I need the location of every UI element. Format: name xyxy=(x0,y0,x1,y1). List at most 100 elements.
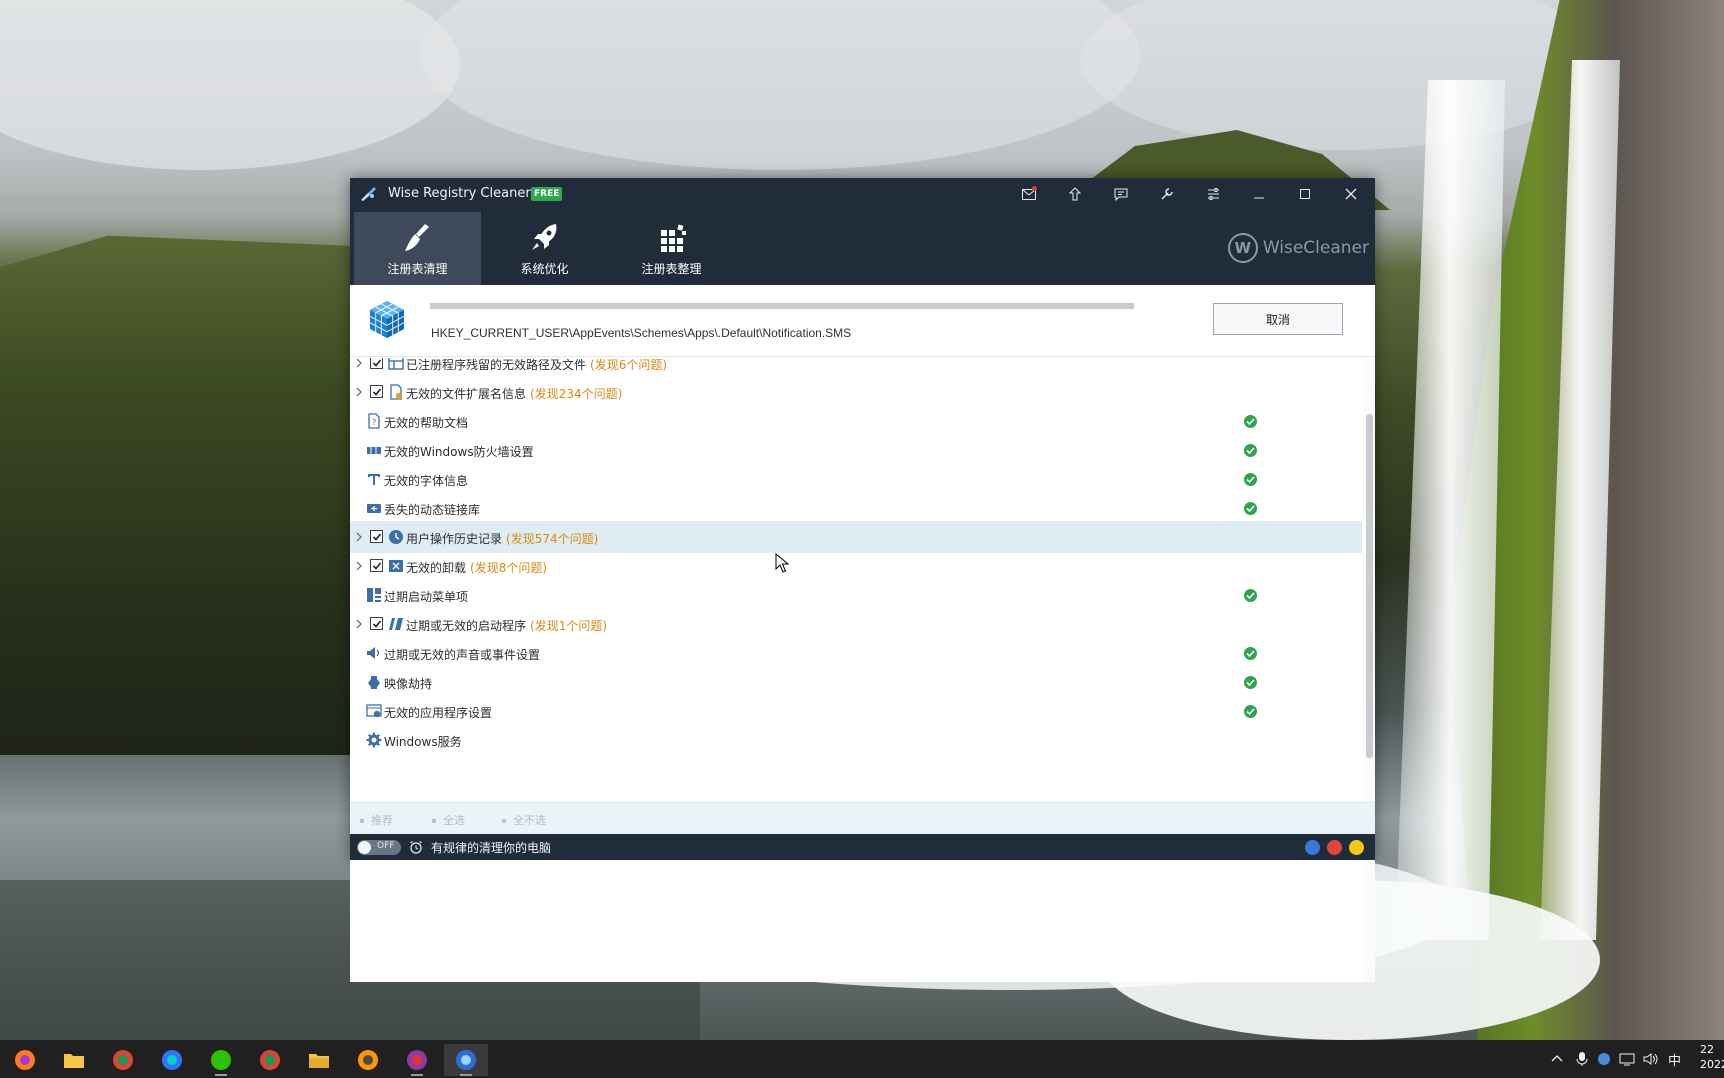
check-ok-icon xyxy=(1244,502,1257,515)
taskbar-app-firefox[interactable] xyxy=(3,1044,47,1076)
taskbar-app-winrar[interactable] xyxy=(395,1044,439,1076)
taskbar-app-sublime-text[interactable] xyxy=(346,1044,390,1076)
file-explorer-icon xyxy=(64,1054,84,1068)
category-row[interactable]: 过期或无效的声音或事件设置 xyxy=(350,637,1362,669)
taskbar-app-chrome[interactable] xyxy=(248,1044,292,1076)
wisecleaner-logo[interactable]: W WiseCleaner xyxy=(1227,232,1369,264)
waterfall xyxy=(1395,80,1505,940)
category-icon: ? xyxy=(368,413,380,429)
tools-button[interactable] xyxy=(1149,178,1185,210)
category-row[interactable]: 过期启动菜单项 xyxy=(350,579,1362,611)
mouse-cursor-icon xyxy=(775,553,789,573)
weibo-icon[interactable] xyxy=(1327,840,1342,855)
tray-overflow-icon[interactable] xyxy=(1550,1052,1564,1066)
app-title: Wise Registry Cleaner X xyxy=(388,186,544,201)
category-icon xyxy=(367,588,381,602)
category-row[interactable]: 映像劫持 xyxy=(350,666,1362,698)
messages-button[interactable] xyxy=(1011,178,1047,210)
taskbar-app-feishu[interactable] xyxy=(150,1044,194,1076)
expand-chevron-icon[interactable] xyxy=(354,619,364,629)
check-ok-icon xyxy=(1244,589,1257,602)
check-ok-icon xyxy=(1244,473,1257,486)
expand-chevron-icon[interactable] xyxy=(354,358,364,368)
tab-registry-cleaner[interactable]: 注册表清理 xyxy=(354,212,481,285)
chrome-icon xyxy=(113,1050,133,1070)
check-ok-icon xyxy=(1244,647,1257,660)
cancel-button[interactable]: 取消 xyxy=(1213,303,1343,335)
taskbar-app-folder[interactable] xyxy=(297,1044,341,1076)
category-checkbox[interactable] xyxy=(370,617,383,630)
category-row[interactable]: 用户操作历史记录 (发现574个问题) xyxy=(350,521,1362,553)
expand-chevron-icon[interactable] xyxy=(354,561,364,571)
maximize-button[interactable] xyxy=(1287,178,1323,210)
category-row[interactable]: 无效的应用程序设置 xyxy=(350,695,1362,727)
category-checkbox[interactable] xyxy=(370,358,383,369)
expand-chevron-icon[interactable] xyxy=(354,532,364,542)
volume-icon[interactable] xyxy=(1643,1052,1659,1066)
category-icon xyxy=(367,447,381,454)
category-row[interactable]: 已注册程序残留的无效路径及文件 (发现6个问题) xyxy=(350,358,1362,379)
network-icon[interactable] xyxy=(1619,1052,1635,1066)
wechat-icon xyxy=(211,1050,231,1070)
taskbar-app-file-explorer[interactable] xyxy=(52,1044,96,1076)
minimize-button[interactable] xyxy=(1241,178,1277,210)
category-checkbox[interactable] xyxy=(370,385,383,398)
feishu-icon xyxy=(162,1050,182,1070)
tab-system-optimize[interactable]: 系统优化 xyxy=(481,212,608,285)
toggle-knob xyxy=(358,841,371,854)
status-bar: OFF 有规律的清理你的电脑 xyxy=(350,834,1375,860)
list-scrollbar[interactable] xyxy=(1363,358,1375,982)
close-button[interactable] xyxy=(1333,178,1369,210)
schedule-clean-label[interactable]: 有规律的清理你的电脑 xyxy=(431,839,551,856)
rate-star-icon[interactable] xyxy=(1349,840,1364,855)
schedule-toggle[interactable]: OFF xyxy=(357,840,401,855)
ime-indicator[interactable]: 中 xyxy=(1668,1050,1681,1069)
input-tool-icon[interactable] xyxy=(1597,1052,1611,1066)
scrollbar-thumb[interactable] xyxy=(1366,414,1373,758)
category-row[interactable]: 无效的卸载 (发现8个问题) xyxy=(350,550,1362,582)
category-checkbox[interactable] xyxy=(370,559,383,572)
defrag-blocks-icon xyxy=(661,224,686,252)
cloud xyxy=(1080,0,1600,150)
clock-time: 22 xyxy=(1700,1043,1714,1056)
category-row[interactable]: 丢失的动态链接库 xyxy=(350,492,1362,524)
tab-label: 注册表清理 xyxy=(387,262,448,276)
tab-registry-defrag[interactable]: 注册表整理 xyxy=(608,212,735,285)
expand-chevron-icon[interactable] xyxy=(354,387,364,397)
main-menu-button[interactable] xyxy=(1195,178,1231,210)
select-none-link[interactable]: 全不选 xyxy=(502,812,546,828)
select-recommended-link[interactable]: 推荐 xyxy=(360,812,393,828)
taskbar-app-wise-registry-cleaner[interactable] xyxy=(444,1044,488,1076)
category-row[interactable]: ? 无效的帮助文档 xyxy=(350,405,1362,437)
social-share-icon[interactable] xyxy=(1305,840,1320,855)
feedback-button[interactable] xyxy=(1103,178,1139,210)
feedback-icon xyxy=(1114,188,1128,201)
category-row[interactable]: Windows服务 xyxy=(350,724,1362,756)
title-bar[interactable]: Wise Registry Cleaner X FREE xyxy=(350,178,1375,210)
category-row[interactable]: 无效的文件扩展名信息 (发现234个问题) xyxy=(350,376,1362,408)
scan-progress-panel: HKEY_CURRENT_USER\AppEvents\Schemes\Apps… xyxy=(350,285,1375,357)
taskbar-clock[interactable]: 22 2022 xyxy=(1700,1042,1724,1072)
menu-icon xyxy=(1207,188,1219,200)
minimize-icon xyxy=(1254,197,1264,199)
issue-count: (发现8个问题) xyxy=(470,561,548,575)
broom-icon xyxy=(405,224,429,251)
category-icon xyxy=(390,384,403,400)
taskbar-app-wechat[interactable] xyxy=(199,1044,243,1076)
taskbar-app-chrome[interactable] xyxy=(101,1044,145,1076)
category-checkbox[interactable] xyxy=(370,530,383,543)
upgrade-button[interactable] xyxy=(1057,178,1093,210)
category-label: 过期或无效的声音或事件设置 xyxy=(384,648,541,662)
microphone-icon[interactable] xyxy=(1576,1051,1588,1067)
select-all-link[interactable]: 全选 xyxy=(432,812,465,828)
cloud xyxy=(0,0,460,170)
windows-taskbar: 中 22 2022 xyxy=(0,1040,1724,1078)
firefox-icon xyxy=(15,1050,35,1070)
notification-dot xyxy=(1032,186,1037,191)
issue-count: (发现1个问题) xyxy=(530,619,608,633)
category-row[interactable]: 过期或无效的启动程序 (发现1个问题) xyxy=(350,608,1362,640)
category-icon xyxy=(367,647,380,659)
category-row[interactable]: 无效的Windows防火墙设置 xyxy=(350,434,1362,466)
wisecleaner-logo-mark: W xyxy=(1227,233,1258,263)
category-row[interactable]: 无效的字体信息 xyxy=(350,463,1362,495)
